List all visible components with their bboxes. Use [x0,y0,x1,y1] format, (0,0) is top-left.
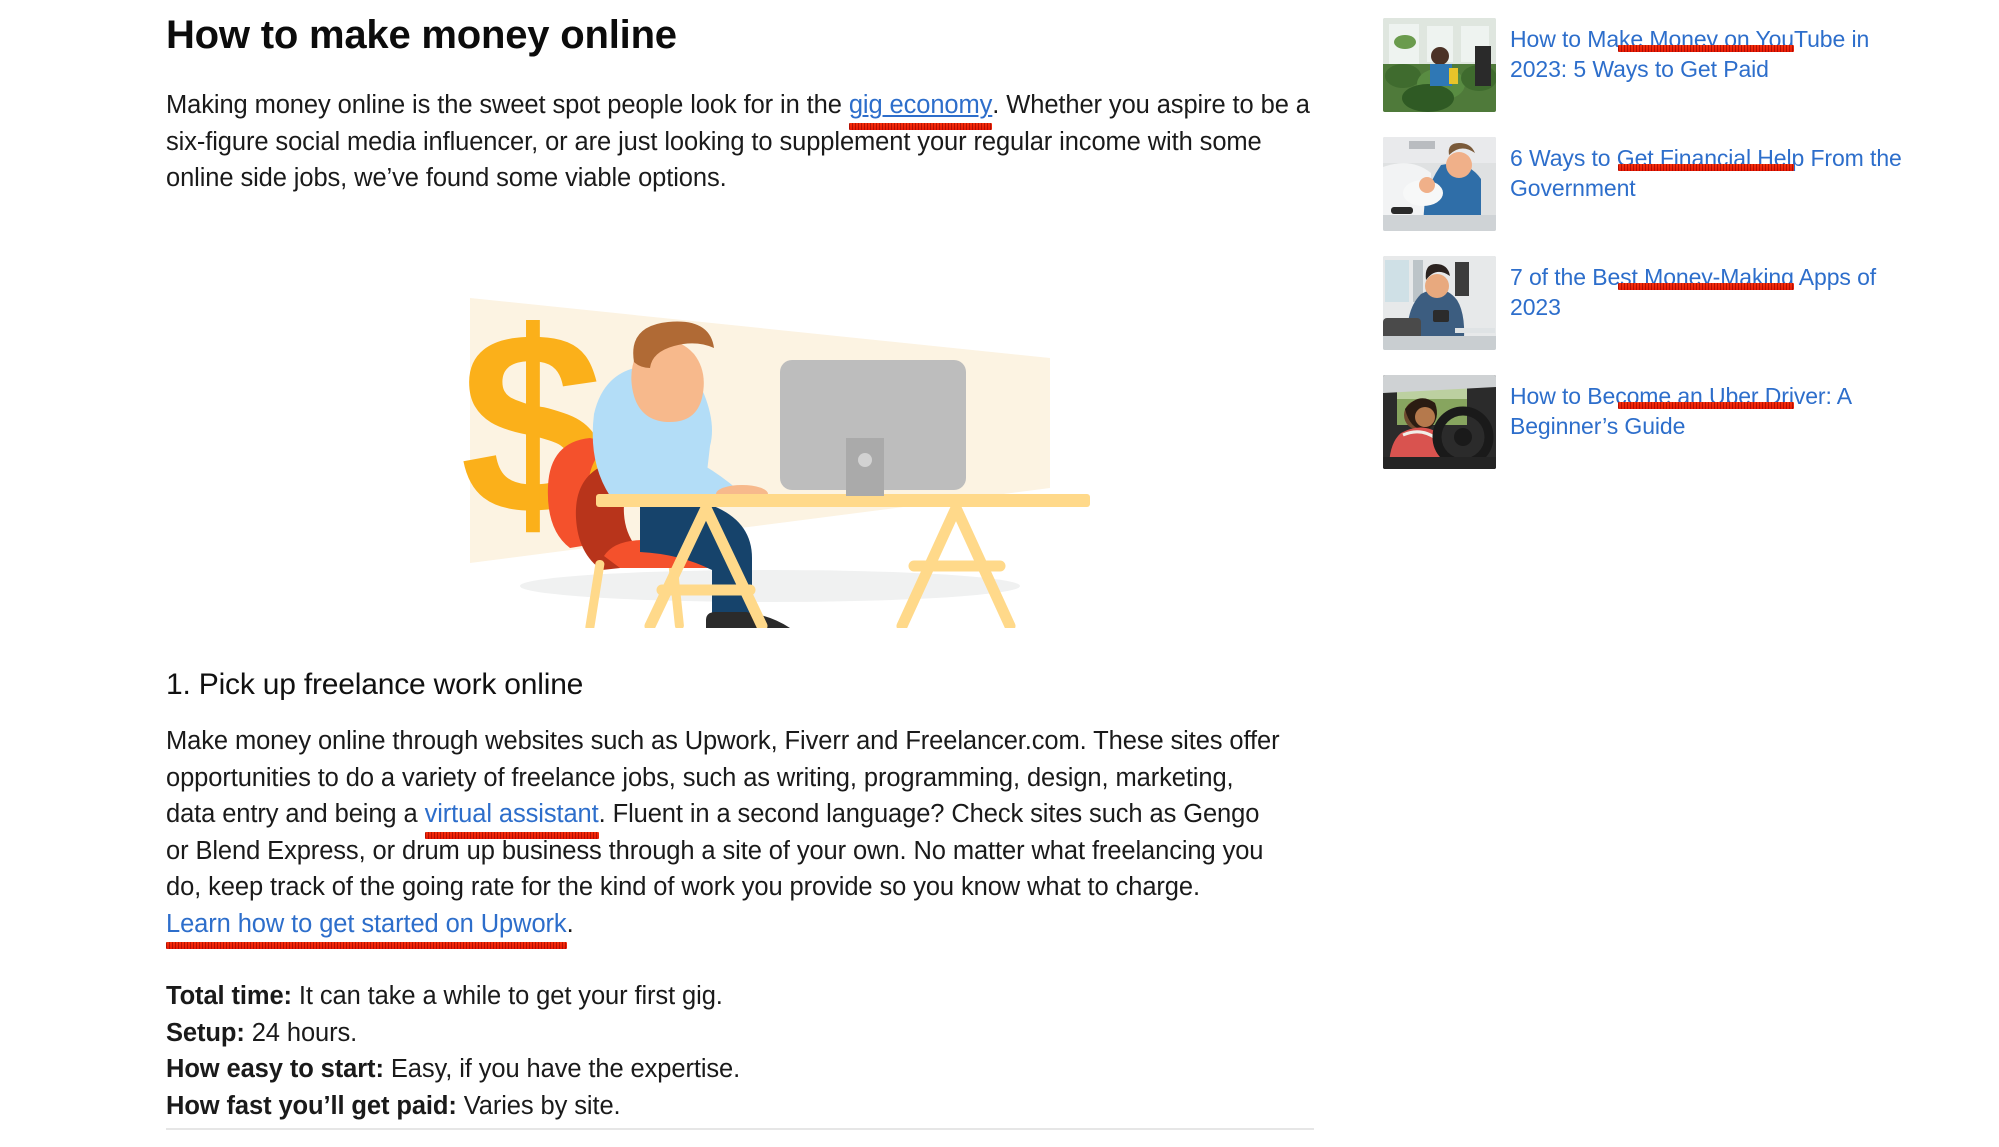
man-at-desk-with-dollar-sign-illustration: $ [460,279,1090,628]
related-article-title: How to Become an Uber Driver: A Beginner… [1510,383,1851,439]
article-column: How to make money online Making money on… [166,0,1313,1120]
stat-label: How fast you’ll get paid: [166,1091,457,1120]
gig-economy-link-label: gig economy [848,91,993,120]
redaction-mark-upwork [166,941,567,949]
freelance-text-part3: . [566,909,574,938]
related-article-link[interactable]: How to Become an Uber Driver: A Beginner… [1510,375,1913,441]
stat-row: Total time: It can take a while to get y… [166,978,1313,1015]
related-article-link[interactable]: 6 Ways to Get Financial Help From the Go… [1510,137,1913,203]
stat-value: It can take a while to get your first gi… [291,982,723,1010]
related-article-title: How to Make Money on YouTube in 2023: 5 … [1510,26,1870,82]
desk-top [595,494,1090,507]
section-divider [166,1128,1314,1130]
stat-row: How easy to start: Easy, if you have the… [166,1051,1313,1088]
list-item[interactable]: 7 of the Best Money-Making Apps of 2023 [1383,256,1913,350]
woman-driving-car-thumbnail[interactable] [1383,375,1496,469]
section-heading-freelance: 1. Pick up freelance work online [166,668,584,701]
related-article-link[interactable]: 7 of the Best Money-Making Apps of 2023 [1510,256,1913,322]
stat-value: 24 hours. [244,1018,358,1047]
article-illustration: $ [166,238,1313,638]
thumbnail-image [1383,375,1496,469]
upwork-getting-started-link[interactable]: Learn how to get started on Upwork [166,909,567,949]
gig-economy-link[interactable]: gig economy [848,91,993,131]
related-articles-sidebar: How to Make Money on YouTube in 2023: 5 … [1383,18,1913,494]
stat-value: Easy, if you have the expertise. [383,1055,741,1083]
woman-in-plant-shop-thumbnail[interactable] [1383,18,1496,112]
man-using-phone-at-desk-thumbnail[interactable] [1383,256,1496,350]
page-title: How to make money online [166,13,677,57]
list-item[interactable]: 6 Ways to Get Financial Help From the Go… [1383,137,1913,231]
list-item[interactable]: How to Make Money on YouTube in 2023: 5 … [1383,18,1913,112]
virtual-assistant-link[interactable]: virtual assistant [424,800,599,839]
intro-paragraph: Making money online is the sweet spot pe… [166,59,1313,197]
stat-label: Setup: [166,1018,245,1047]
article-page: How to make money online Making money on… [0,0,1999,1147]
man-holding-baby-thumbnail[interactable] [1383,137,1496,231]
freelance-paragraph: Make money online through websites such … [166,723,1286,949]
stat-label: How easy to start: [166,1055,384,1083]
list-item[interactable]: How to Become an Uber Driver: A Beginner… [1383,375,1913,469]
stat-row: How fast you’ll get paid: Varies by site… [166,1088,1313,1125]
virtual-assistant-link-label: virtual assistant [424,800,599,828]
related-article-link[interactable]: How to Make Money on YouTube in 2023: 5 … [1510,18,1913,84]
upwork-getting-started-link-label: Learn how to get started on Upwork [166,909,567,938]
intro-text-before-link: Making money online is the sweet spot pe… [166,91,849,120]
stat-value: Varies by site. [456,1091,621,1120]
thumbnail-image [1383,137,1496,231]
stat-label: Total time: [166,982,292,1010]
related-article-title: 6 Ways to Get Financial Help From the Go… [1510,145,1902,201]
stats-list: Total time: It can take a while to get y… [166,978,1313,1124]
monitor-stand-detail [857,453,872,467]
thumbnail-image [1383,18,1496,112]
stat-row: Setup: 24 hours. [166,1015,1313,1052]
thumbnail-image [1383,256,1496,350]
person-shoe [705,612,790,628]
related-article-title: 7 of the Best Money-Making Apps of 2023 [1510,264,1877,320]
